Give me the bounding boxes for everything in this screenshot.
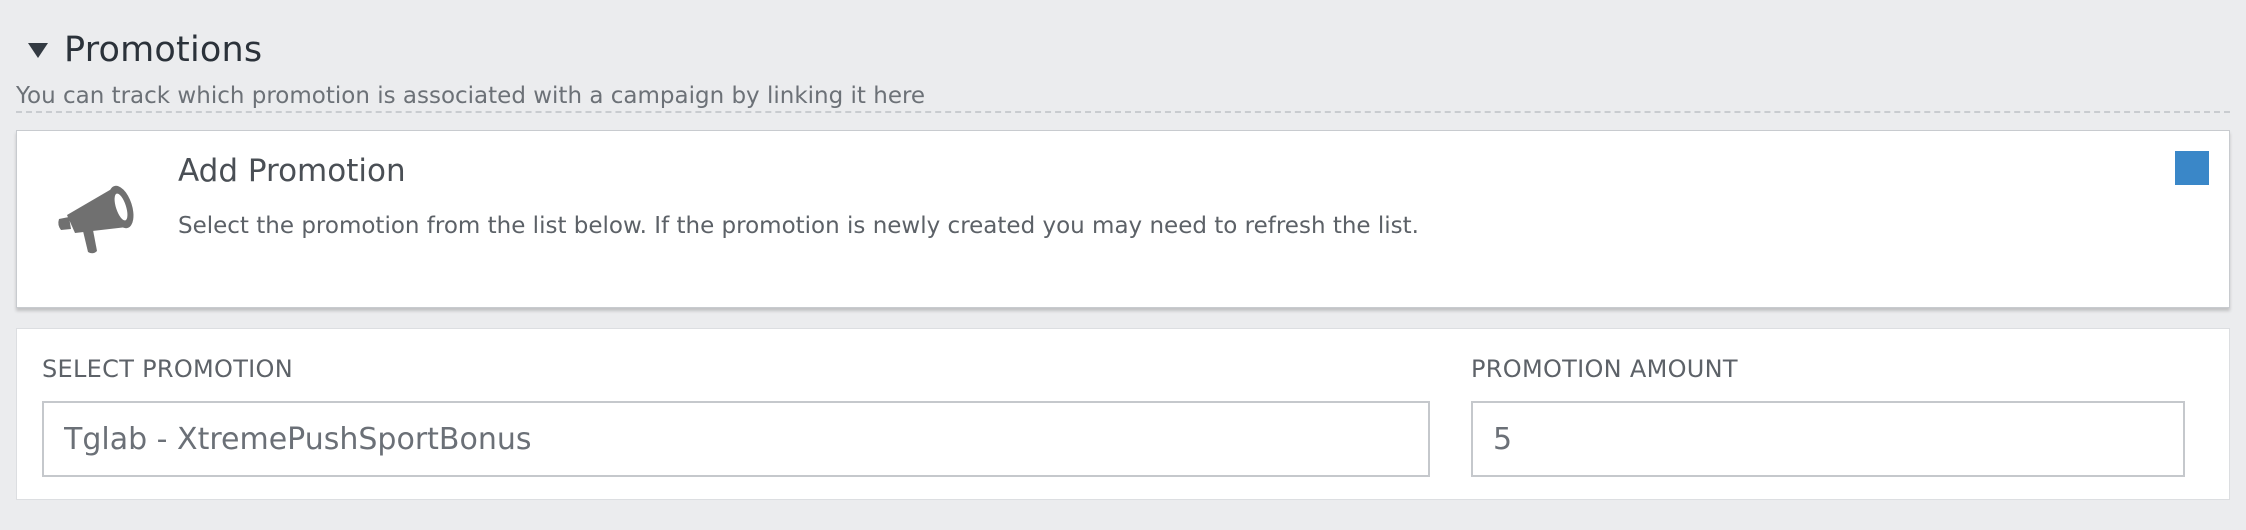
select-promotion-label: SELECT PROMOTION xyxy=(42,355,293,383)
section-title: Promotions xyxy=(64,30,263,70)
card-description: Select the promotion from the list below… xyxy=(178,213,1419,239)
select-promotion-field[interactable] xyxy=(42,401,1430,477)
section-title-row[interactable]: Promotions xyxy=(16,22,2230,78)
card-title: Add Promotion xyxy=(178,153,406,189)
megaphone-icon xyxy=(58,185,134,254)
add-promotion-card: Add Promotion Select the promotion from … xyxy=(16,130,2230,308)
section-subtitle: You can track which promotion is associa… xyxy=(16,83,926,109)
promotions-section-header: Promotions You can track which promotion… xyxy=(16,22,2230,112)
promotion-form-panel: SELECT PROMOTION PROMOTION AMOUNT xyxy=(16,328,2230,500)
promotion-amount-field[interactable] xyxy=(1471,401,2185,477)
card-action-button[interactable] xyxy=(2175,151,2209,185)
promotion-amount-label: PROMOTION AMOUNT xyxy=(1471,355,1738,383)
collapse-triangle-icon[interactable] xyxy=(28,42,48,58)
section-divider xyxy=(16,111,2230,113)
